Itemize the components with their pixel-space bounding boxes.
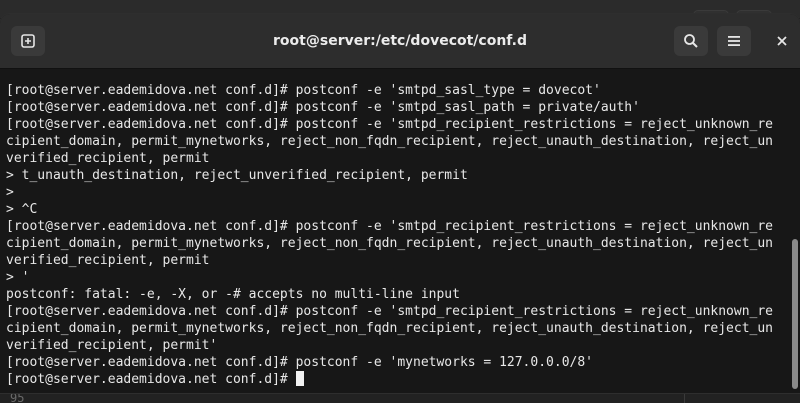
terminal-cursor	[295, 371, 304, 386]
terminal-line: [root@server.eademidova.net conf.d]# pos…	[6, 117, 774, 132]
terminal-line: verified_recipient, permit	[6, 151, 210, 166]
terminal-line: postconf: fatal: -e, -X, or -# accepts n…	[6, 287, 460, 302]
terminal-lines: [root@server.eademidova.net conf.d]# pos…	[6, 82, 773, 388]
desktop-screen: 95 root@server:/etc/dovecot/conf.d [root…	[0, 0, 800, 403]
terminal-line: cipient_domain, permit_mynetworks, rejec…	[6, 134, 774, 149]
terminal-scrollbar[interactable]	[790, 69, 800, 393]
hamburger-menu-icon	[728, 36, 740, 46]
terminal-prompt-line: [root@server.eademidova.net conf.d]#	[6, 371, 773, 388]
terminal-line: >	[6, 185, 14, 200]
new-tab-icon	[21, 34, 35, 48]
terminal-line: cipient_domain, permit_mynetworks, rejec…	[6, 321, 774, 336]
terminal-line: cipient_domain, permit_mynetworks, rejec…	[6, 236, 774, 251]
terminal-line: verified_recipient, permit	[6, 253, 210, 268]
new-tab-button[interactable]	[11, 26, 45, 56]
menu-button[interactable]	[717, 26, 751, 56]
terminal-line: [root@server.eademidova.net conf.d]# pos…	[6, 83, 601, 98]
terminal-output[interactable]: [root@server.eademidova.net conf.d]# pos…	[0, 69, 790, 393]
terminal-line: > '	[6, 270, 30, 285]
search-icon	[684, 34, 698, 48]
close-icon	[777, 36, 787, 46]
terminal-line: [root@server.eademidova.net conf.d]# pos…	[6, 355, 593, 370]
terminal-line: [root@server.eademidova.net conf.d]# pos…	[6, 100, 640, 115]
title-bar: root@server:/etc/dovecot/conf.d	[0, 14, 800, 69]
terminal-line: > t_unauth_destination, reject_unverifie…	[6, 168, 468, 183]
terminal-line: [root@server.eademidova.net conf.d]# pos…	[6, 219, 774, 234]
scrollbar-thumb[interactable]	[792, 239, 798, 389]
close-button[interactable]	[765, 26, 799, 56]
search-button[interactable]	[674, 26, 708, 56]
terminal-line: verified_recipient, permit'	[6, 338, 218, 353]
terminal-line: > ^C	[6, 202, 38, 217]
terminal-window: root@server:/etc/dovecot/conf.d [root@se…	[0, 14, 800, 393]
terminal-line: [root@server.eademidova.net conf.d]# pos…	[6, 304, 774, 319]
terminal-prompt: [root@server.eademidova.net conf.d]#	[6, 372, 288, 387]
